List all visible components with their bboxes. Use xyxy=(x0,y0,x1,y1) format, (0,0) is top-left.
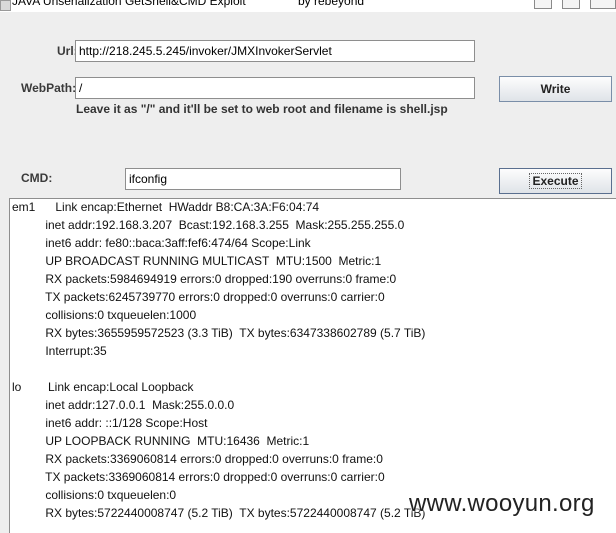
execute-button[interactable]: Execute xyxy=(499,168,612,194)
cmd-input[interactable]: ifconfig xyxy=(125,168,401,190)
output-line: RX bytes:3655959572523 (3.3 TiB) TX byte… xyxy=(12,326,426,340)
output-line: lo Link encap:Local Loopback xyxy=(12,380,194,394)
output-line: TX packets:3369060814 errors:0 dropped:0… xyxy=(12,470,385,484)
write-button-label: Write xyxy=(540,82,571,96)
output-line: Interrupt:35 xyxy=(12,344,107,358)
window-author: by rebeyond xyxy=(298,0,365,8)
webpath-label: WebPath: xyxy=(21,81,77,95)
output-line: inet addr:127.0.0.1 Mask:255.0.0.0 xyxy=(12,398,235,412)
output-line: inet6 addr: fe80::baca:3aff:fef6:474/64 … xyxy=(12,236,311,250)
url-input[interactable]: http://218.245.5.245/invoker/JMXInvokerS… xyxy=(75,40,475,62)
output-line: RX packets:5984694919 errors:0 dropped:1… xyxy=(12,272,397,286)
output-line: UP LOOPBACK RUNNING MTU:16436 Metric:1 xyxy=(12,434,310,448)
execute-button-label: Execute xyxy=(529,173,582,189)
webpath-input[interactable]: / xyxy=(75,77,475,99)
close-icon[interactable] xyxy=(590,0,616,9)
write-button[interactable]: Write xyxy=(499,76,612,102)
maximize-icon[interactable] xyxy=(562,0,580,9)
output-line: inet addr:192.168.3.207 Bcast:192.168.3.… xyxy=(12,218,405,232)
minimize-icon[interactable] xyxy=(534,0,552,9)
output-line: RX packets:3369060814 errors:0 dropped:0… xyxy=(12,452,383,466)
window-title: JAVA Unserialization GetShell&CMD Exploi… xyxy=(12,0,246,8)
output-line: UP BROADCAST RUNNING MULTICAST MTU:1500 … xyxy=(12,254,382,268)
webpath-hint: Leave it as "/" and it'll be set to web … xyxy=(76,102,448,116)
output-line: TX packets:6245739770 errors:0 dropped:0… xyxy=(12,290,385,304)
cmd-label: CMD: xyxy=(21,171,53,185)
title-bar: JAVA Unserialization GetShell&CMD Exploi… xyxy=(0,0,616,12)
output-line: collisions:0 txqueuelen:0 xyxy=(12,488,177,502)
output-line: em1 Link encap:Ethernet HWaddr B8:CA:3A:… xyxy=(12,200,320,214)
output-line: inet6 addr: ::1/128 Scope:Host xyxy=(12,416,208,430)
watermark: www.wooyun.org xyxy=(409,490,595,517)
output-line: RX bytes:5722440008747 (5.2 TiB) TX byte… xyxy=(12,506,426,520)
output-line: collisions:0 txqueuelen:1000 xyxy=(12,308,197,322)
output-textarea[interactable]: em1 Link encap:Ethernet HWaddr B8:CA:3A:… xyxy=(9,198,616,533)
app-icon xyxy=(0,0,11,11)
